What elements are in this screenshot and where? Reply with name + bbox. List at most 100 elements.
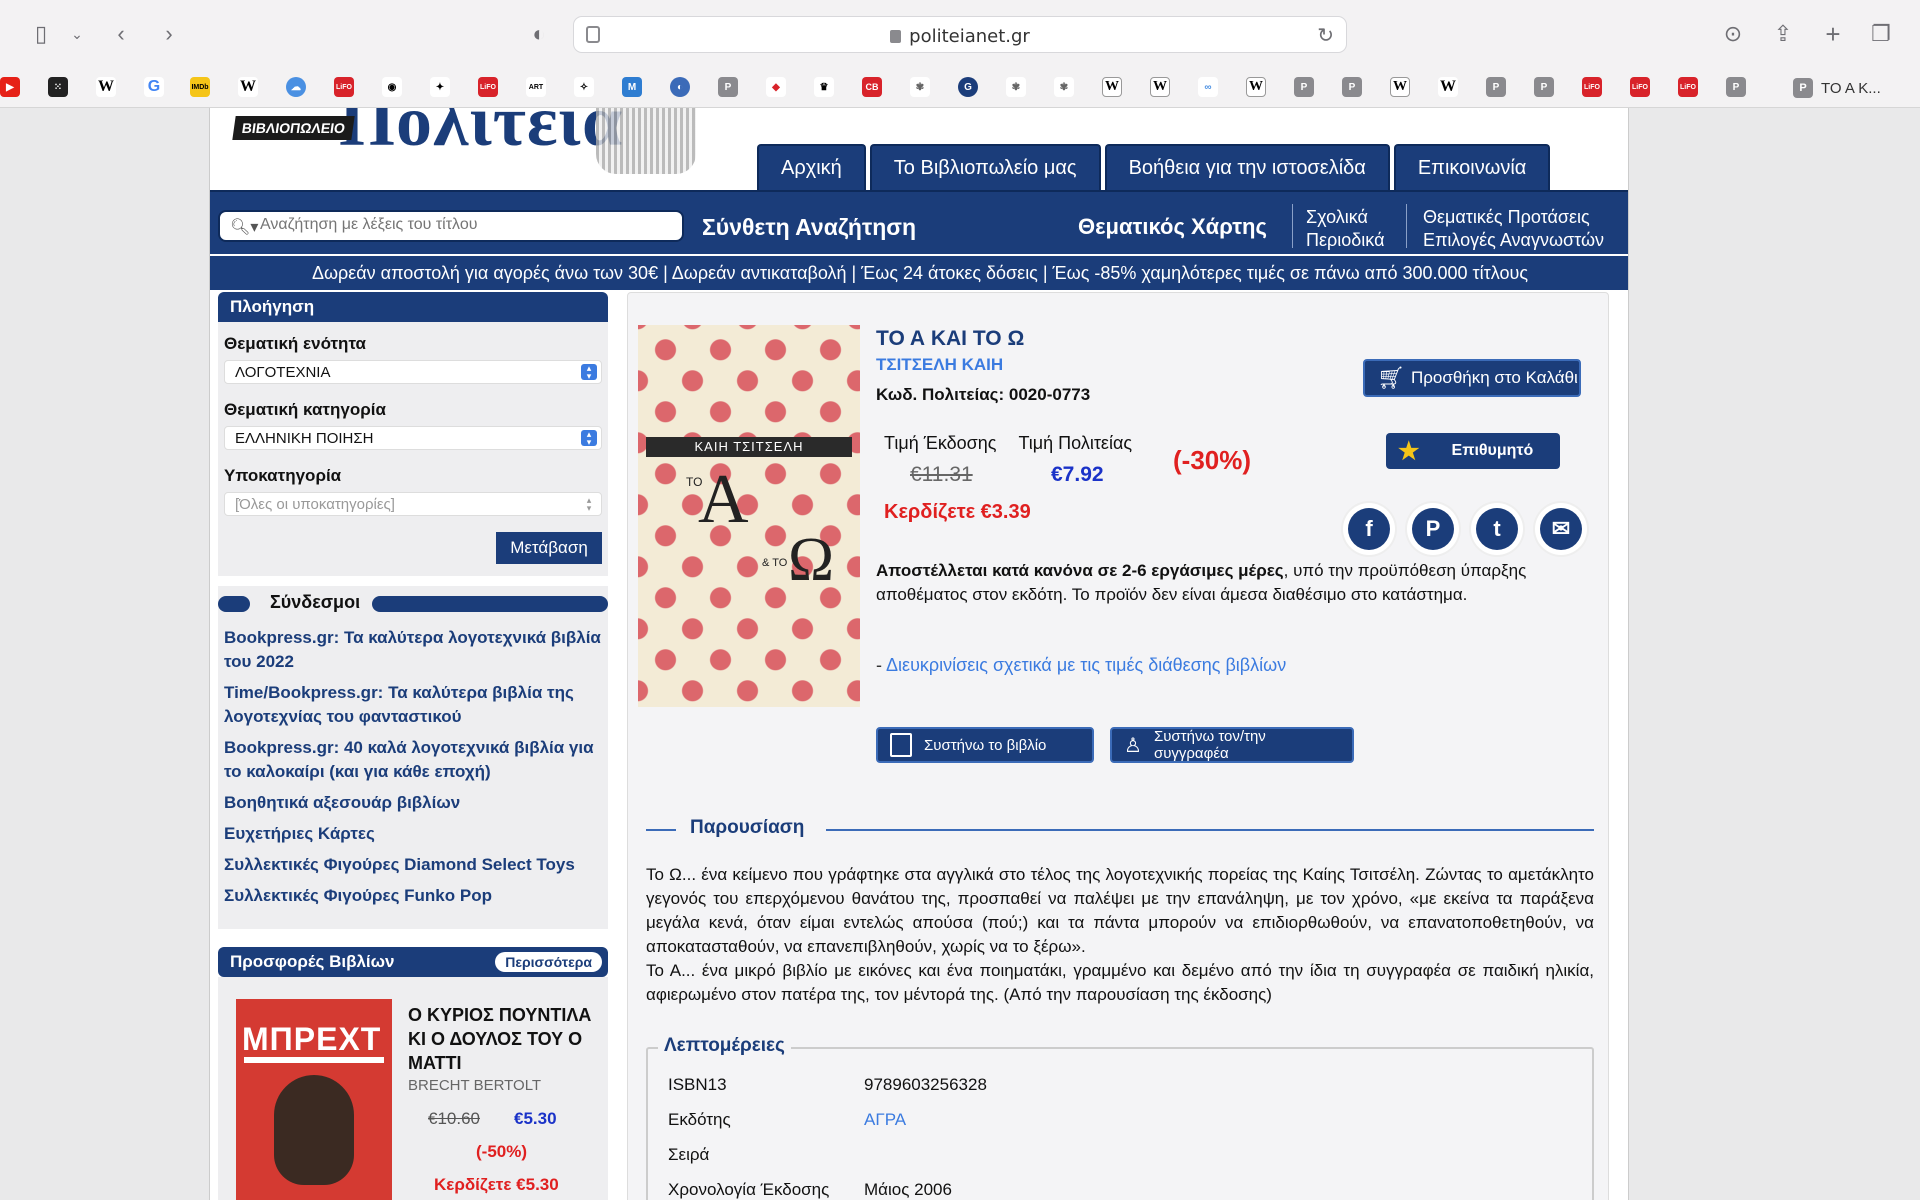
tree-icon[interactable]: ✾ [910,77,930,97]
p-icon[interactable]: P [1534,77,1554,97]
offer-title[interactable]: Ο ΚΥΡΙΟΣ ΠΟΥΝΤΙΛΑ ΚΙ Ο ΔΟΥΛΟΣ ΤΟΥ Ο ΜΑΤΤ… [408,1003,598,1075]
red-mark-icon[interactable]: ◆ [766,77,786,97]
sidebar-link[interactable]: Bookpress.gr: Τα καλύτερα λογοτεχνικά βι… [224,626,602,674]
sidebar-link[interactable]: Bookpress.gr: 40 καλά λογοτεχνικά βιβλία… [224,736,602,784]
nav-help[interactable]: Βοήθεια για την ιστοσελίδα [1104,144,1390,190]
site-logo[interactable]: Πολιτεία ΒΙΒΛΙΟΠΩΛΕΙΟ [224,108,696,188]
p-icon[interactable]: P [1726,77,1746,97]
section-select[interactable]: ΛΟΓΟΤΕΧΝΙΑ ▴ ▾ [224,360,602,384]
add-to-cart-label: Προσθήκη στο Καλάθι [1410,368,1578,387]
lifo-icon[interactable]: LiFO [1678,77,1698,97]
cb-icon[interactable]: CB [862,77,882,97]
cloud-icon[interactable]: ☁ [286,77,306,97]
g-circle-icon[interactable]: G [958,77,978,97]
thematic-proposals-link[interactable]: Θεματικές Προτάσεις [1423,206,1604,229]
google-icon[interactable]: G [144,77,164,97]
add-to-cart-button[interactable]: 🛒︎ Προσθήκη στο Καλάθι [1363,359,1581,397]
search-input[interactable] [260,216,670,234]
globe-icon[interactable]: ◐ [670,77,690,97]
lifo-icon[interactable]: LiFO [1630,77,1650,97]
bookmark-icon[interactable]: ◉ [382,77,402,97]
sidebar-link[interactable]: Συλλεκτικές Φιγούρες Diamond Select Toys [224,853,602,877]
search-box[interactable]: 🔍︎▾ [218,210,684,242]
new-tab-icon[interactable]: + [1818,19,1848,49]
sidebar-link[interactable]: Συλλεκτικές Φιγούρες Funko Pop [224,884,602,908]
twitter-share-button[interactable]: t [1471,503,1523,555]
periodicals-link[interactable]: Περιοδικά [1306,229,1384,252]
advanced-search-link[interactable]: Σύνθετη Αναζήτηση [702,214,916,241]
apps-icon[interactable]: ⁙ [48,77,68,97]
facebook-share-button[interactable]: f [1343,503,1395,555]
price-clarification-link[interactable]: Διευκρινίσεις σχετικά με τις τιμές διάθε… [886,655,1286,675]
wishlist-button[interactable]: ★ Επιθυμητό [1386,433,1560,469]
pin-icon[interactable]: ✦ [430,77,450,97]
tree-icon[interactable]: ✾ [1006,77,1026,97]
wikipedia-icon[interactable]: W [1390,77,1410,97]
book-cover-image[interactable]: ΚΑΙΗ ΤΣΙΤΣΕΛΗ ΤΟ Α & ΤΟ Ω [638,325,860,707]
offer-author[interactable]: BRECHT BERTOLT [408,1077,541,1094]
star-icon: ★ [1398,437,1420,465]
youtube-icon[interactable]: ▶ [0,77,20,97]
wikipedia-icon[interactable]: W [1150,77,1170,97]
wikipedia-icon[interactable]: W [1246,77,1266,97]
search-icon[interactable]: 🔍︎▾ [230,217,258,237]
p-icon[interactable]: P [1486,77,1506,97]
artnews-icon[interactable]: ART [526,77,546,97]
sidebar-link[interactable]: Ευχετήριες Κάρτες [224,822,602,846]
chevron-down-icon[interactable]: ⌄ [62,20,92,48]
pinterest-icon: P [1412,508,1454,550]
wikipedia-icon[interactable]: W [1438,77,1458,97]
offers-more-link[interactable]: Περισσότερα [495,952,602,972]
share-icon[interactable]: ⇪ [1768,20,1798,48]
wikipedia-icon[interactable]: W [96,77,116,97]
thematic-map-link[interactable]: Θεματικός Χάρτης [1078,214,1267,240]
person-plus-icon: ♙ [1124,734,1142,757]
publisher-link[interactable]: ΑΓΡΑ [864,1110,906,1129]
crown-icon[interactable]: ♛ [814,77,834,97]
tab-overview-icon[interactable]: ❐ [1866,20,1896,48]
lifo-icon[interactable]: LiFO [1582,77,1602,97]
m-icon[interactable]: M [622,77,642,97]
download-icon[interactable]: ⊙ [1718,20,1748,48]
book-author-link[interactable]: ΤΣΙΤΣΕΛΗ ΚΑΙΗ [876,355,1003,375]
p-icon[interactable]: P [1342,77,1362,97]
reload-icon[interactable]: ↻ [1317,23,1334,48]
nav-home[interactable]: Αρχική [757,144,866,190]
tree-icon[interactable]: ✾ [1054,77,1074,97]
nav-contact[interactable]: Επικοινωνία [1393,144,1551,190]
pinterest-share-button[interactable]: P [1407,503,1459,555]
imdb-icon[interactable]: IMDb [190,77,210,97]
bird-icon[interactable]: ✧ [574,77,594,97]
privacy-shield-icon[interactable]: ◐ [524,20,554,48]
wikipedia-icon[interactable]: W [1102,77,1122,97]
pinned-tab[interactable]: P ΤΟ Α Κ... [1793,78,1881,98]
p-icon[interactable]: P [1294,77,1314,97]
wikipedia-icon[interactable]: W [238,77,258,97]
divider [826,829,1594,831]
recommend-book-button[interactable]: Συστήνω το βιβλίο [876,727,1094,763]
sidebar-toggle-icon[interactable]: ▯ [26,20,56,48]
p-icon[interactable]: P [718,77,738,97]
cover-omega: Ω [788,526,835,594]
link-icon[interactable]: ∞ [1198,77,1218,97]
reader-choices-link[interactable]: Επιλογές Αναγνωστών [1423,229,1604,252]
navigation-title: Πλοήγηση [218,292,608,322]
recommend-author-button[interactable]: ♙ Συστήνω τον/την συγγραφέα [1110,727,1354,763]
back-icon[interactable]: ‹ [106,20,136,48]
subcategory-select[interactable]: [Όλες οι υποκατηγορίες] ▴ ▾ [224,492,602,516]
category-select[interactable]: ΕΛΛΗΝΙΚΗ ΠΟΙΗΣΗ ▴ ▾ [224,426,602,450]
lifo-icon[interactable]: LiFO [478,77,498,97]
forward-icon[interactable]: › [154,20,184,48]
sidebar-link[interactable]: Βοηθητικά αξεσουάρ βιβλίων [224,791,602,815]
offer-cover-image[interactable]: ΜΠΡΕΧΤ [236,999,392,1200]
email-share-button[interactable]: ✉ [1535,503,1587,555]
divider [646,829,676,831]
lifo-icon[interactable]: LiFO [334,77,354,97]
address-bar[interactable]: politeianet.gr ↻ [573,16,1347,53]
school-link[interactable]: Σχολικά [1306,206,1384,229]
proposals-links: Θεματικές Προτάσεις Επιλογές Αναγνωστών [1423,206,1604,252]
sidebar-link[interactable]: Time/Bookpress.gr: Τα καλύτερα βιβλία τη… [224,681,602,729]
go-button[interactable]: Μετάβαση [496,532,602,564]
nav-our-bookstore[interactable]: Το Βιβλιοπωλείο μας [869,144,1101,190]
cover-author: ΚΑΙΗ ΤΣΙΤΣΕΛΗ [646,437,852,457]
